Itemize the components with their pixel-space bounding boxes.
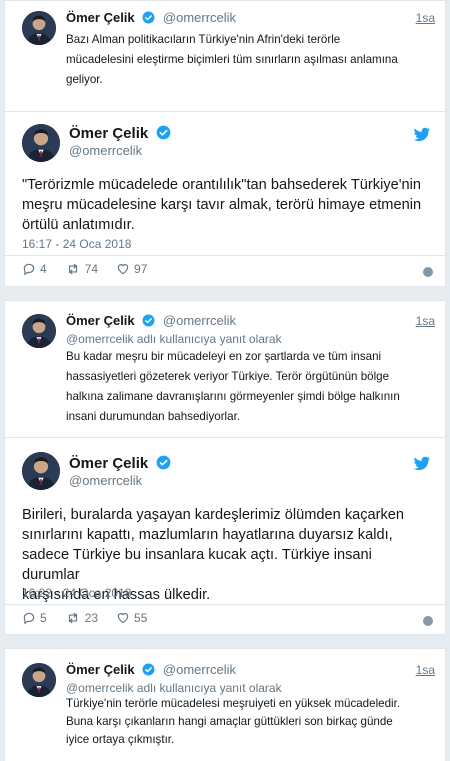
tweet-text-line: hassasiyetleri gözeterek veriyor Türkiye… [66, 370, 390, 383]
heart-icon [116, 262, 130, 276]
info-icon[interactable] [423, 267, 433, 277]
author-handle[interactable]: @omerrcelik [69, 473, 142, 488]
tweet-timestamp[interactable]: 16:17 - 24 Oca 2018 [22, 237, 131, 251]
tweet-text-line: "Terörizmle mücadelede orantılılık"tan b… [22, 177, 421, 193]
reply-icon [22, 262, 36, 276]
retweet-button[interactable]: 74 [65, 262, 98, 276]
tweet-card-compact-1[interactable]: Ömer Çelik @omerrcelik 1sa Bazı Alman po… [4, 0, 446, 112]
like-button[interactable]: 55 [116, 611, 147, 625]
author-line: Ömer Çelik @omerrcelik [66, 10, 236, 25]
reply-count: 4 [40, 262, 47, 276]
twitter-bird-icon[interactable] [413, 126, 431, 144]
like-count: 97 [134, 262, 148, 276]
tweet-text-line: sadece Türkiye bu insanlara kucak açtı. … [22, 547, 372, 583]
tweet-actions: 5 23 55 [22, 611, 165, 625]
avatar[interactable] [22, 11, 56, 45]
tweet-text: Türkiye'nin terörle mücadelesi meşruiyet… [66, 695, 400, 749]
author-name[interactable]: Ömer Çelik [69, 455, 148, 472]
tweet-text-line: iyice ortaya çıkmıştır. [66, 733, 175, 746]
author-name-line: Ömer Çelik [69, 455, 171, 472]
author-handle[interactable]: @omerrcelik [69, 143, 142, 158]
reply-button[interactable]: 5 [22, 611, 47, 625]
tweet-text: Bazı Alman politikacıların Türkiye'nin A… [66, 30, 398, 90]
retweet-icon [65, 611, 81, 625]
reply-button[interactable]: 4 [22, 262, 47, 276]
retweet-count: 23 [84, 611, 99, 625]
tweet-text-line: sınırlarını kapattı, mazlumların hayatla… [22, 527, 393, 543]
author-name[interactable]: Ömer Çelik [69, 125, 148, 142]
retweet-icon [65, 262, 81, 276]
tweet-text-line: halkına zalimane davranışlarını görmeyen… [66, 390, 400, 403]
info-icon[interactable] [423, 616, 433, 626]
tweet-card-expanded-1[interactable]: Ömer Çelik @omerrcelik "Terörizmle mücad… [4, 111, 446, 287]
tweet-text-line: Bazı Alman politikacıların Türkiye'nin A… [66, 33, 341, 46]
author-line: Ömer Çelik @omerrcelik [66, 662, 236, 677]
embedded-tweets-page: { "author": {"name": "Ömer Çelik", "hand… [0, 0, 450, 761]
tweet-time[interactable]: 1sa [416, 663, 435, 677]
verified-badge-icon [142, 11, 155, 24]
twitter-bird-icon[interactable] [413, 455, 431, 473]
author-name[interactable]: Ömer Çelik [66, 10, 135, 25]
avatar[interactable] [22, 452, 60, 490]
tweet-card-expanded-2[interactable]: Ömer Çelik @omerrcelik Birileri, buralar… [4, 437, 446, 635]
tweet-text-line: meşru mücadelesine karşı tavır almak, te… [22, 197, 422, 213]
verified-badge-icon [142, 663, 155, 676]
reply-icon [22, 611, 36, 625]
verified-badge-icon [156, 125, 171, 140]
author-name-line: Ömer Çelik [69, 125, 171, 142]
author-handle[interactable]: @omerrcelik [163, 662, 236, 677]
tweet-text-line: geliyor. [66, 73, 103, 86]
heart-icon [116, 611, 130, 625]
author-line: Ömer Çelik @omerrcelik [66, 313, 236, 328]
reply-context[interactable]: @omerrcelik adlı kullanıcıya yanıt olara… [66, 681, 282, 695]
tweet-text: "Terörizmle mücadelede orantılılık"tan b… [22, 175, 432, 235]
tweet-time[interactable]: 1sa [416, 11, 435, 25]
author-name[interactable]: Ömer Çelik [66, 313, 135, 328]
tweet-text-line: Birileri, buralarda yaşayan kardeşlerimi… [22, 507, 405, 523]
tweet-card-compact-3[interactable]: Ömer Çelik @omerrcelik 1sa @omerrcelik a… [4, 648, 446, 761]
reply-context[interactable]: @omerrcelik adlı kullanıcıya yanıt olara… [66, 332, 282, 346]
verified-badge-icon [156, 455, 171, 470]
tweet-text: Bu kadar meşru bir mücadeleyi en zor şar… [66, 347, 400, 427]
retweet-count: 74 [84, 262, 99, 276]
retweet-button[interactable]: 23 [65, 611, 98, 625]
author-name[interactable]: Ömer Çelik [66, 662, 135, 677]
verified-badge-icon [142, 314, 155, 327]
like-count: 55 [134, 611, 148, 625]
tweet-text-line: örtülü anlatımıdır. [22, 217, 135, 233]
like-button[interactable]: 97 [116, 262, 147, 276]
author-handle[interactable]: @omerrcelik [163, 313, 236, 328]
tweet-text-line: insani durumundan bahsediyorlar. [66, 410, 241, 423]
author-handle[interactable]: @omerrcelik [163, 10, 236, 25]
tweet-time[interactable]: 1sa [416, 314, 435, 328]
tweet-text-line: mücadelesini eleştirme biçimleri tüm sın… [66, 53, 398, 66]
divider [5, 604, 445, 605]
tweet-text-line: Bu kadar meşru bir mücadeleyi en zor şar… [66, 350, 382, 363]
divider [5, 255, 445, 256]
tweet-text-line: Türkiye'nin terörle mücadelesi meşruiyet… [66, 697, 401, 710]
tweet-card-compact-2[interactable]: Ömer Çelik @omerrcelik 1sa @omerrcelik a… [4, 300, 446, 438]
tweet-timestamp[interactable]: 16:22 - 24 Oca 2018 [22, 586, 131, 600]
reply-count: 5 [40, 611, 47, 625]
tweet-actions: 4 74 97 [22, 262, 165, 276]
avatar[interactable] [22, 663, 56, 697]
tweet-text-line: Buna karşı çıkanların hangi amaçlar gütt… [66, 715, 393, 728]
avatar[interactable] [22, 314, 56, 348]
avatar[interactable] [22, 124, 60, 162]
